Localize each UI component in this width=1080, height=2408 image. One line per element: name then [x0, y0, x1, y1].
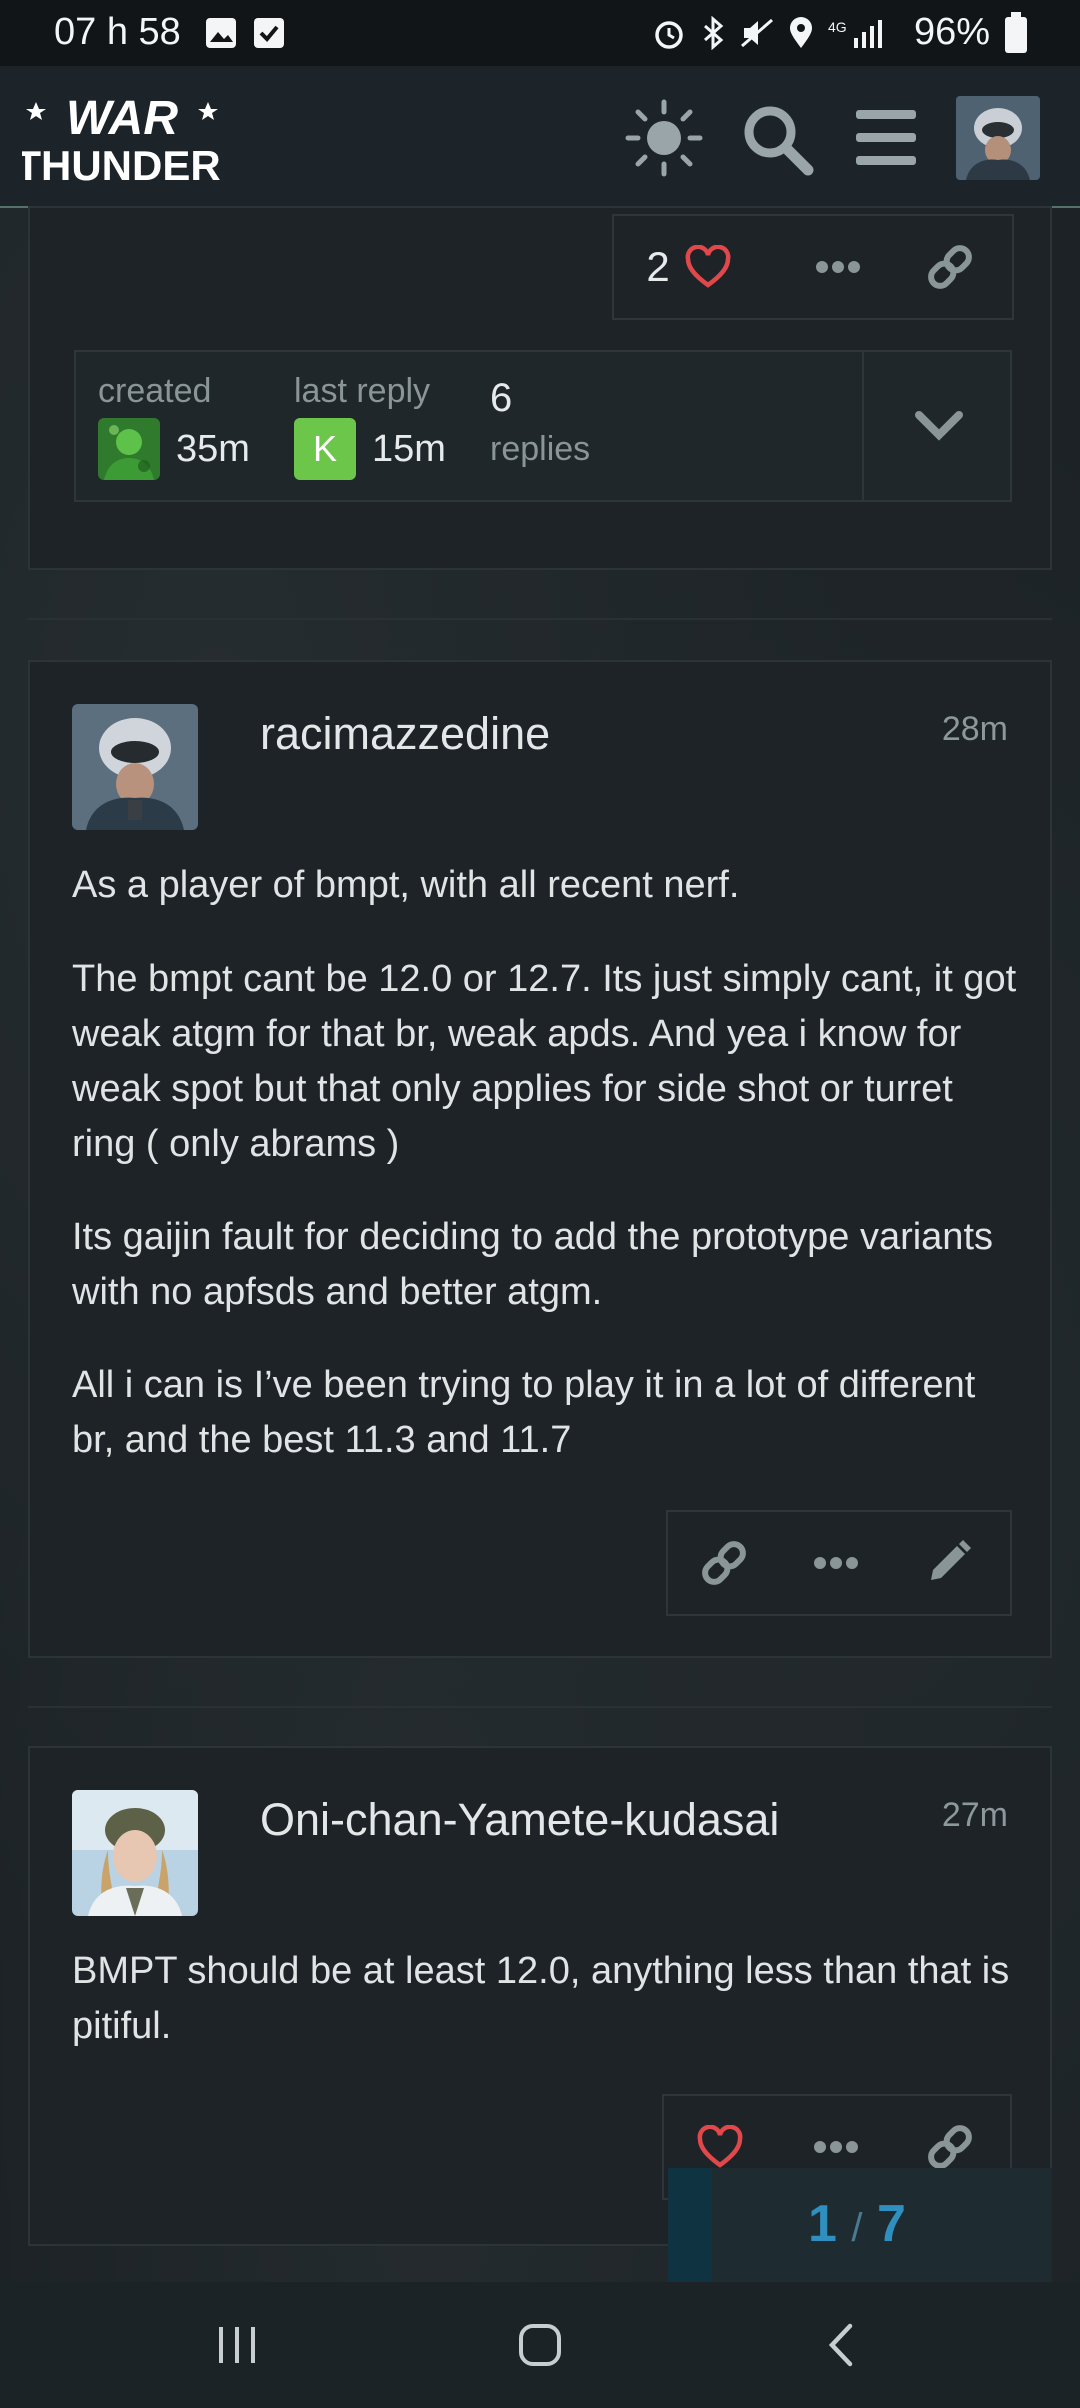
progress-current: 1 — [808, 2195, 837, 2253]
recent-apps-icon — [219, 2327, 255, 2363]
site-header: WAR THUNDER — [0, 66, 1080, 208]
signal-icon: 4G — [828, 19, 882, 48]
post-author-name[interactable]: Oni-chan-Yamete-kudasai — [260, 1794, 779, 1846]
post-divider — [28, 618, 1052, 620]
created-time: 35m — [176, 428, 250, 470]
share-link-button[interactable] — [894, 216, 1006, 318]
pilot-avatar-image — [956, 96, 1040, 180]
bluetooth-icon — [704, 16, 724, 50]
search-icon — [744, 106, 814, 176]
post-racimazzedine: racimazzedine 28m As a player of bmpt, w… — [28, 660, 1052, 1658]
recent-apps-button[interactable] — [198, 2312, 278, 2378]
gallery-icon — [206, 18, 236, 48]
war-thunder-logo[interactable]: WAR THUNDER — [22, 88, 222, 188]
chevron-down-icon — [915, 411, 963, 441]
share-link-button[interactable] — [668, 1512, 780, 1614]
link-icon — [928, 245, 972, 289]
pilot-avatar-image — [72, 704, 198, 830]
heart-icon — [685, 245, 731, 288]
user-avatar-button[interactable] — [956, 96, 1040, 180]
more-button[interactable] — [782, 216, 894, 318]
creator-avatar[interactable] — [98, 418, 160, 480]
status-bar: 07 h 58 4G 96% — [0, 0, 1080, 66]
theme-toggle-button[interactable] — [622, 96, 706, 180]
post-actions — [666, 1510, 1012, 1616]
checkbox-icon — [254, 18, 284, 48]
post-paragraph: The bmpt cant be 12.0 or 12.7. Its just … — [72, 958, 1017, 1165]
link-icon — [928, 2125, 972, 2169]
ellipsis-icon — [816, 261, 860, 273]
hamburger-icon — [856, 110, 916, 165]
topic-progress[interactable]: 1 / 7 — [668, 2168, 1052, 2282]
post-divider — [28, 1706, 1052, 1708]
soldier-woman-avatar — [72, 1790, 198, 1916]
progress-text: 1 / 7 — [808, 2194, 906, 2254]
ellipsis-icon — [814, 2141, 858, 2153]
post-author-avatar[interactable] — [72, 704, 198, 830]
pencil-icon — [931, 1540, 971, 1580]
replies-count: 6 — [490, 376, 513, 420]
post-time[interactable]: 28m — [942, 710, 1008, 749]
topic-meta-summary[interactable]: created 35m last reply K 15m 6 replies — [74, 350, 1012, 502]
system-nav-bar — [0, 2282, 1080, 2408]
heart-icon — [697, 2125, 743, 2168]
svg-text:4G: 4G — [828, 19, 847, 35]
green-soldier-avatar — [98, 418, 160, 480]
back-button[interactable] — [802, 2312, 882, 2378]
status-time: 07 h 58 — [54, 11, 181, 53]
post-actions: 2 — [612, 214, 1014, 320]
progress-total: 7 — [876, 2195, 906, 2253]
location-icon — [790, 17, 812, 48]
progress-strip — [668, 2168, 712, 2282]
post-paragraph: BMPT should be at least 12.0, anything l… — [72, 1950, 1010, 2047]
post-paragraph: All i can is I’ve been trying to play it… — [72, 1364, 976, 1461]
post-paragraph: Its gaijin fault for deciding to add the… — [72, 1216, 993, 1313]
logo-word-war: WAR — [66, 92, 178, 145]
like-button[interactable]: 2 — [614, 216, 764, 318]
replies-label: replies — [490, 430, 591, 468]
post-author-name[interactable]: racimazzedine — [260, 708, 550, 760]
like-count: 2 — [646, 243, 670, 290]
progress-separator: / — [851, 2206, 863, 2250]
last-reply-label: last reply — [294, 372, 431, 410]
menu-button[interactable] — [844, 96, 928, 180]
last-reply-avatar[interactable]: K — [294, 418, 356, 480]
back-chevron-icon — [828, 2323, 853, 2367]
sun-icon — [625, 99, 703, 177]
edit-button[interactable] — [892, 1512, 1004, 1614]
topic-first-post: 2 created 35m last reply K 15m 6 replies — [28, 206, 1052, 570]
battery-icon — [1005, 12, 1027, 53]
ellipsis-icon — [814, 1557, 858, 1569]
mute-icon — [741, 18, 773, 48]
created-label: created — [98, 372, 212, 410]
battery-percent: 96% — [914, 11, 991, 53]
post-author-avatar[interactable] — [72, 1790, 198, 1916]
post-time[interactable]: 27m — [942, 1796, 1008, 1835]
home-button[interactable] — [500, 2312, 580, 2378]
last-reply-time: 15m — [372, 428, 446, 470]
alarm-icon — [655, 21, 683, 49]
home-icon — [519, 2324, 561, 2366]
more-button[interactable] — [780, 1512, 892, 1614]
expand-topic-button[interactable] — [862, 352, 1014, 500]
logo-word-thunder: THUNDER — [22, 142, 221, 188]
link-icon — [702, 1541, 746, 1585]
post-paragraph: As a player of bmpt, with all recent ner… — [72, 864, 740, 906]
search-button[interactable] — [734, 96, 818, 180]
